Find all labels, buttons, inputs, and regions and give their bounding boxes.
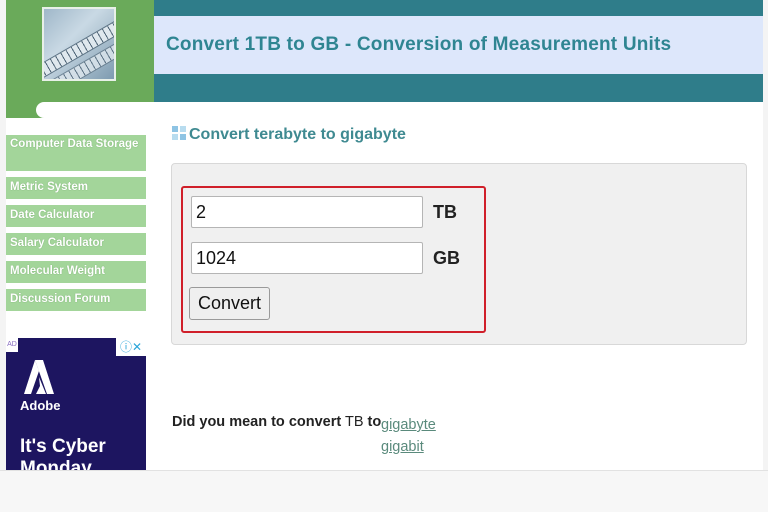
site-logo-area: [6, 0, 154, 102]
sidebar-item-discussion-forum[interactable]: Discussion Forum: [6, 289, 146, 311]
terabyte-unit-label: TB: [433, 202, 457, 222]
converter-heading-text: Convert terabyte to gigabyte: [189, 126, 406, 143]
convert-button[interactable]: Convert: [189, 287, 270, 320]
sidebar-item-metric-system[interactable]: Metric System: [6, 177, 146, 199]
converter-heading: Convert terabyte to gigabyte: [172, 126, 406, 144]
header-title-bar: Convert 1TB to GB - Conversion of Measur…: [154, 16, 763, 74]
ad-brand: Adobe: [20, 398, 61, 413]
suggestion-to: to: [367, 414, 382, 430]
page-title: Convert 1TB to GB - Conversion of Measur…: [166, 34, 672, 55]
conversion-suggestion: Did you mean to convert TB to: [172, 414, 381, 430]
suggestion-links: gigabyte gigabit: [381, 414, 436, 458]
sidebar-nav: Computer Data Storage Metric System Date…: [6, 135, 146, 317]
main-content: Convert terabyte to gigabyte TB GB Conve…: [166, 102, 763, 470]
grid-icon: [172, 126, 186, 140]
sidebar-curve: [36, 102, 154, 118]
sidebar-item-computer-data-storage[interactable]: Computer Data Storage: [6, 135, 146, 171]
bottom-strip: [0, 470, 768, 512]
ad-info-close-icon[interactable]: ⓘ✕: [116, 338, 146, 356]
suggestion-prefix: Did you mean to convert: [172, 414, 342, 430]
sidebar-item-molecular-weight[interactable]: Molecular Weight: [6, 261, 146, 283]
ad-badge: AD: [6, 338, 18, 352]
suggestion-link-gigabit[interactable]: gigabit: [381, 436, 436, 458]
suggestion-unit: TB: [344, 414, 364, 430]
converter-form-highlight: TB GB Convert: [181, 186, 486, 333]
gigabyte-output[interactable]: [191, 242, 423, 274]
sidebar-item-salary-calculator[interactable]: Salary Calculator: [6, 233, 146, 255]
sidebar-item-date-calculator[interactable]: Date Calculator: [6, 205, 146, 227]
suggestion-link-gigabyte[interactable]: gigabyte: [381, 414, 436, 436]
advertisement[interactable]: AD ⓘ✕ Adobe It's Cyber Monday: [6, 338, 146, 470]
page-frame: Convert 1TB to GB - Conversion of Measur…: [6, 0, 763, 470]
ruler-logo[interactable]: [42, 7, 116, 81]
converter-panel: TB GB Convert: [171, 163, 747, 345]
terabyte-input[interactable]: [191, 196, 423, 228]
gigabyte-unit-label: GB: [433, 248, 460, 268]
adobe-logo-icon: [24, 360, 54, 394]
ad-headline: It's Cyber Monday: [20, 436, 106, 470]
